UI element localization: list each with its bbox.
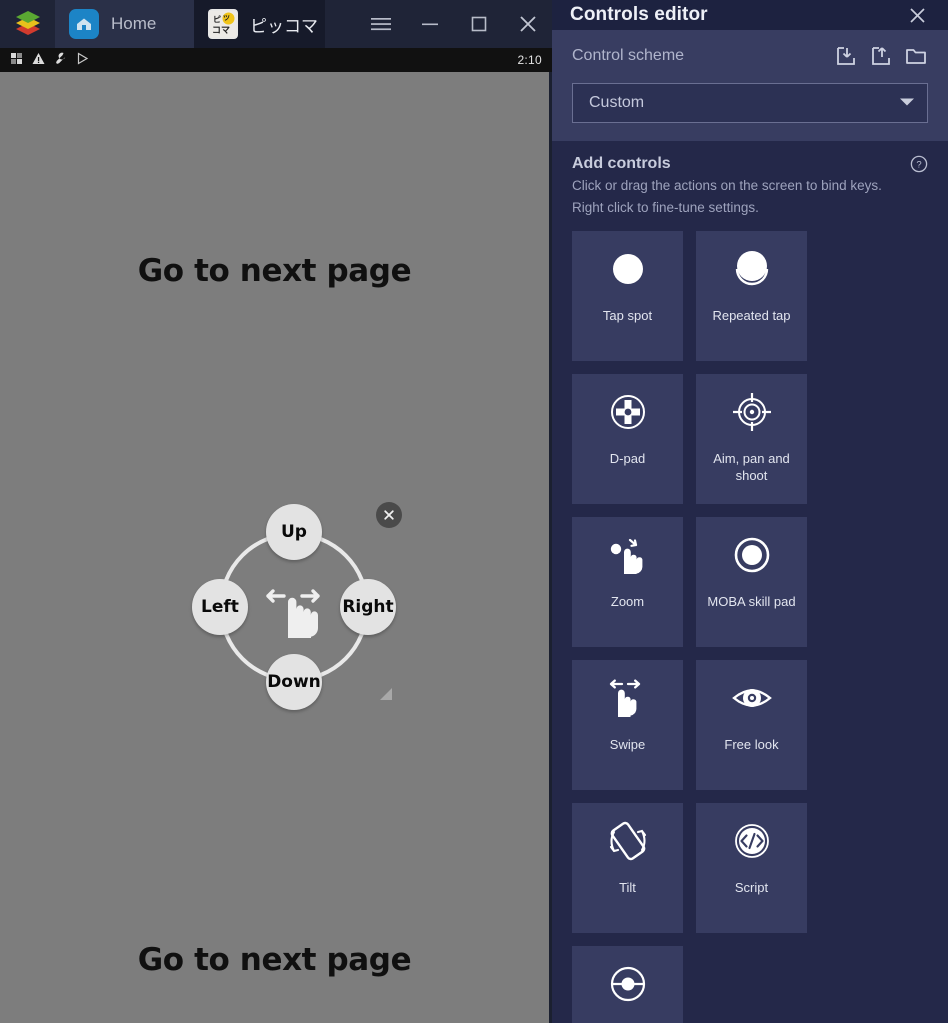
status-bar-clock: 2:10 [517,53,542,67]
script-icon [696,803,807,879]
add-controls-section: Add controls ? Click or drag the actions… [552,141,948,1023]
open-folder-icon[interactable] [904,44,928,68]
swipe-icon [572,660,683,736]
panel-close-icon[interactable] [902,0,932,30]
add-controls-header: Add controls ? [572,155,928,173]
menu-button[interactable] [356,0,405,48]
controls-tile-grid: Tap spot Repeated tap D-pad Aim, pan and… [572,231,928,1023]
control-tile-label: Repeated tap [712,308,791,323]
svg-text:?: ? [916,160,921,171]
aim-pan-shoot-icon [696,374,807,450]
help-icon[interactable]: ? [910,155,928,173]
minimize-button[interactable] [405,0,454,48]
control-tile-label: Tilt [619,880,636,895]
control-tile-dpad[interactable]: D-pad [572,374,683,504]
title-bar: Home ピ ツ コマ ピッコマ [0,0,552,48]
control-tile-label: Free look [724,737,779,752]
overlay-close-icon[interactable] [376,502,402,528]
repeated-tap-icon [696,231,807,307]
tilt-icon [572,803,683,879]
notification-icon [10,52,23,68]
control-tile-aim-pan-shoot[interactable]: Aim, pan and shoot [696,374,807,504]
android-status-bar: 2:10 [0,48,552,72]
moba-skill-pad-icon [696,517,807,593]
controls-editor-panel: Controls editor Control scheme Custom Ad… [552,0,948,1023]
control-tile-free-look[interactable]: Free look [696,660,807,790]
wrench-icon [54,52,67,68]
swipe-right-label: Right [342,597,394,617]
swipe-control-overlay[interactable]: Up Left Right Down [192,502,402,710]
control-tile-label: D-pad [609,451,646,466]
control-tile-swipe[interactable]: Swipe [572,660,683,790]
control-scheme-section: Control scheme Custom [552,30,948,141]
control-tile-tap-spot[interactable]: Tap spot [572,231,683,361]
overlay-resize-handle-icon[interactable] [378,686,394,702]
swipe-down-button[interactable]: Down [266,654,322,710]
next-page-text-top: Go to next page [137,253,412,289]
tab-home-label: Home [111,14,157,33]
control-tile-tilt[interactable]: Tilt [572,803,683,933]
control-tile-moba-skill-pad[interactable]: MOBA skill pad [696,517,807,647]
free-look-icon [696,660,807,736]
control-scheme-value: Custom [589,94,645,111]
control-scheme-select[interactable]: Custom [572,83,928,123]
piccoma-app-icon: ピ ツ コマ [208,9,238,39]
app-root: Home ピ ツ コマ ピッコマ 2:10 Go to next page Go… [0,0,948,1023]
control-scheme-row: Control scheme [572,44,928,68]
play-icon [76,52,89,68]
rotate-icon [572,946,683,1022]
swipe-hand-icon [254,566,334,646]
export-scheme-icon[interactable] [869,44,893,68]
warning-icon [32,52,45,68]
swipe-down-label: Down [267,672,321,692]
tab-piccoma-label: ピッコマ [250,16,318,36]
window-buttons [356,0,552,48]
control-scheme-actions [834,44,928,68]
control-tile-label: Zoom [610,594,645,609]
svg-text:ツ: ツ [223,14,230,22]
control-tile-repeated-tap[interactable]: Repeated tap [696,231,807,361]
chevron-down-icon [899,94,915,112]
close-button[interactable] [503,0,552,48]
maximize-button[interactable] [454,0,503,48]
control-tile-label: MOBA skill pad [707,594,796,609]
dpad-icon [572,374,683,450]
control-tile-label: Aim, pan and shoot [713,451,790,483]
swipe-left-button[interactable]: Left [192,579,248,635]
control-tile-rotate[interactable]: Rotate [572,946,683,1023]
panel-header: Controls editor [552,0,948,30]
zoom-icon [572,517,683,593]
control-tile-label: Swipe [609,737,646,752]
add-controls-subtitle-line2: Right click to fine-tune settings. [572,200,759,215]
status-bar-icons [10,52,89,68]
emulator-window: Home ピ ツ コマ ピッコマ 2:10 Go to next page Go… [0,0,552,1023]
control-tile-label: Script [734,880,769,895]
control-scheme-label: Control scheme [572,47,685,64]
tab-home[interactable]: Home [55,0,194,48]
swipe-up-button[interactable]: Up [266,504,322,560]
tab-piccoma[interactable]: ピ ツ コマ ピッコマ [194,0,325,48]
svg-text:ピ: ピ [213,14,221,24]
swipe-left-label: Left [201,597,239,617]
swipe-right-button[interactable]: Right [340,579,396,635]
next-page-text-bottom: Go to next page [137,942,412,978]
control-tile-label: Tap spot [602,308,653,323]
bluestacks-logo-icon [0,0,55,48]
game-screen[interactable]: Go to next page Go to next page Up Left … [0,72,549,1023]
tap-spot-icon [572,231,683,307]
import-scheme-icon[interactable] [834,44,858,68]
home-icon [69,9,99,39]
swipe-up-label: Up [281,522,307,542]
svg-text:コマ: コマ [212,26,230,36]
add-controls-title: Add controls [572,155,671,172]
control-tile-zoom[interactable]: Zoom [572,517,683,647]
panel-title: Controls editor [570,4,708,25]
control-tile-script[interactable]: Script [696,803,807,933]
add-controls-subtitle-line1: Click or drag the actions on the screen … [572,178,882,193]
